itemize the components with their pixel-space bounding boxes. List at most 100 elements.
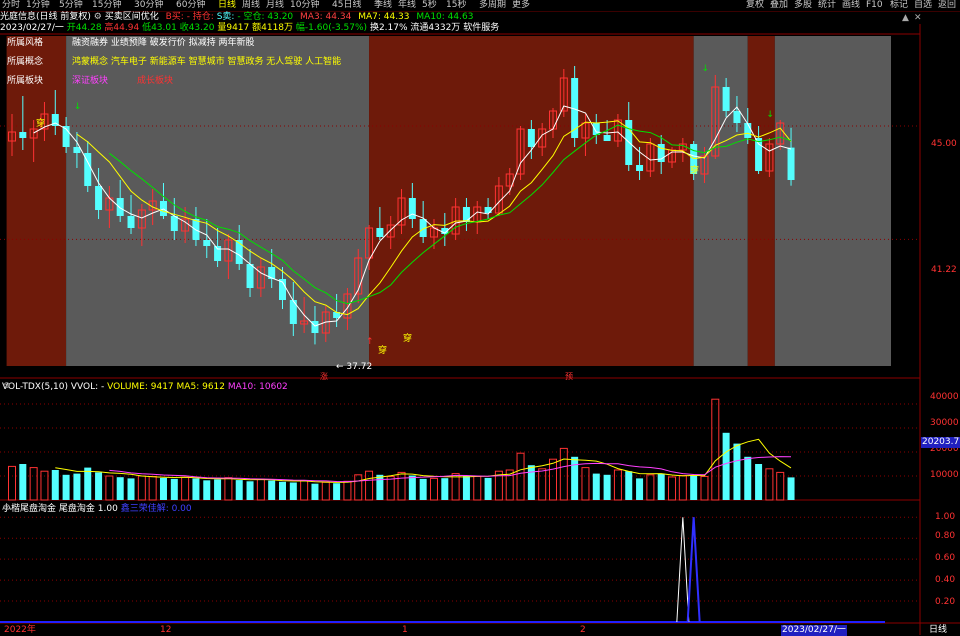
volume-bar-down <box>19 464 27 500</box>
volume-bar-down <box>170 478 178 500</box>
volume-bar-down <box>116 477 124 500</box>
price-axis-label: 41.22 <box>931 265 957 275</box>
volume-bar-down <box>462 475 470 500</box>
volume-bar-up <box>646 474 655 501</box>
candle-down <box>95 186 103 210</box>
volume-bar-up <box>29 467 38 501</box>
volume-bar-up <box>473 475 482 501</box>
vol-axis-label: 10000 <box>930 470 959 480</box>
signal-zone <box>369 36 694 366</box>
volume-bar-up <box>451 473 460 501</box>
volume-bar-up <box>354 474 363 501</box>
signal-marker-1: 涨 <box>320 372 328 381</box>
volume-bar-down <box>289 482 297 500</box>
volume-bar-up <box>429 477 438 501</box>
volume-bar-up <box>365 470 374 501</box>
volume-bar-down <box>84 467 92 500</box>
candle-down <box>73 147 81 153</box>
candle-down <box>127 216 135 228</box>
buy-arrow-icon: ↓ <box>74 102 82 112</box>
signal-marker-2: 预 <box>565 372 573 381</box>
cross-marker-1: 穿 <box>36 119 46 129</box>
signal-axis-label: 0.20 <box>935 597 956 607</box>
signal-spike <box>686 517 701 623</box>
signal-zone <box>693 36 748 366</box>
volume-bar-down <box>408 475 416 500</box>
volume-bar-up <box>181 476 190 501</box>
volume-bar-up <box>256 478 265 501</box>
signal-axis-label: 1.00 <box>935 512 956 522</box>
volume-bar-down <box>333 483 341 500</box>
volume-bar-down <box>441 478 449 500</box>
volume-bar-down <box>690 476 698 500</box>
volume-bar-down <box>527 465 535 500</box>
volume-bar-down <box>419 478 427 500</box>
candle-down <box>722 87 730 111</box>
vol-close-icon[interactable]: ⊗ <box>3 381 11 392</box>
volume-bar-up <box>300 480 309 501</box>
volume-bar-down <box>625 471 633 500</box>
volume-bar-up <box>668 476 677 501</box>
volume-bar-down <box>62 474 70 500</box>
candle-down <box>170 216 178 231</box>
period-label[interactable]: 日线 <box>929 625 947 636</box>
candle-down <box>592 123 600 135</box>
concept-value: 鸿蒙概念 汽车电子 新能源车 智慧城市 智慧政务 无人驾驶 人工智能 <box>72 57 342 67</box>
low-price-marker: ← 37.72 <box>336 362 373 372</box>
signal-panel-title: 小楷尾盘淘金 尾盘淘金 1.00 鑫三荣佳解: 0.00 <box>2 504 192 515</box>
volume-ma-line <box>109 456 792 483</box>
volume-bar-up <box>549 458 557 501</box>
volume-bar-down <box>127 478 135 500</box>
vol-axis-label: 40000 <box>930 392 959 402</box>
volume-bar-down <box>755 464 763 500</box>
volume-bar-up <box>538 468 547 501</box>
signal-value: 1.00 <box>97 504 118 514</box>
vol-ma5: MA5: 9612 <box>176 382 225 392</box>
signal-zone <box>66 36 370 366</box>
volume-bar-down <box>95 472 103 500</box>
xaxis-label: 2 <box>580 625 586 635</box>
volume-bar-down <box>235 480 243 500</box>
volume-bar-down <box>657 473 665 500</box>
volume-bar-down <box>203 480 211 500</box>
signal-axis-label: 0.40 <box>935 575 956 585</box>
vol-title: VOL-TDX(5,10) <box>2 382 69 392</box>
volume-bar-down <box>484 477 492 500</box>
candle-down <box>203 240 211 246</box>
volume-bar-up <box>678 475 687 501</box>
volume-bar-down <box>51 470 59 500</box>
xaxis-label: 12 <box>160 625 172 635</box>
signal-spike <box>676 517 690 623</box>
volume-bar-up <box>343 480 352 501</box>
volume-bar-up <box>581 467 590 501</box>
volume-bar-down <box>214 479 222 500</box>
volume-bar-up <box>516 452 525 501</box>
signal-zone <box>747 36 775 366</box>
volume-bar-up <box>397 471 406 501</box>
volume-bar-down <box>268 480 276 500</box>
cross-marker-4: 穿 <box>690 166 700 176</box>
volume-bar-up <box>137 475 146 501</box>
close-icon[interactable]: ✕ <box>914 13 922 24</box>
candle-down <box>116 198 124 216</box>
volume-bar-up <box>148 475 157 501</box>
candle-down <box>787 147 795 180</box>
sell-arrow-icon: ↑ <box>366 337 374 347</box>
signal-close-icon[interactable]: ⊗ <box>3 503 11 514</box>
volume-bar-down <box>722 432 730 500</box>
signal-zone <box>774 36 891 366</box>
volume-bar-down <box>636 478 644 500</box>
volume-bar-up <box>105 475 114 501</box>
volume-bar-up <box>711 398 720 501</box>
stock-chart[interactable]: ↓ ↓ ↓ ↑ <box>0 0 960 635</box>
volume-bar-down <box>733 443 741 500</box>
volume-bar-down <box>744 456 752 500</box>
candle-down <box>376 228 384 237</box>
sector-label: 所属板块 <box>7 76 44 86</box>
cross-marker-2: 穿 <box>403 334 413 344</box>
volume-bar-down <box>787 477 795 500</box>
chevron-up-icon[interactable]: ▲ <box>902 13 909 24</box>
volume-bar-down <box>246 481 254 500</box>
volume-bar-down <box>73 473 81 500</box>
candle-down <box>636 165 644 171</box>
